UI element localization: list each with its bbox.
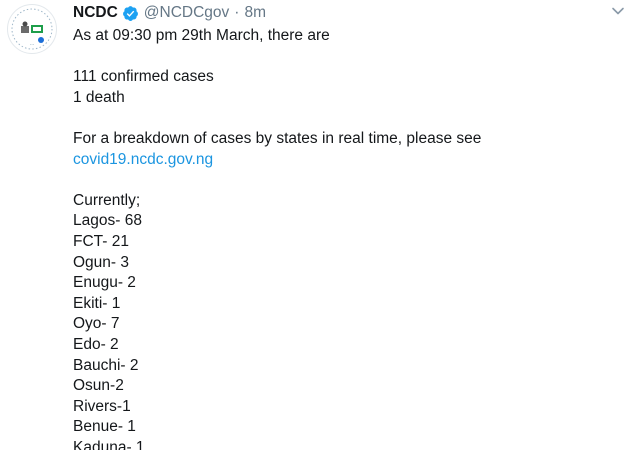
- state-line: Ekiti- 1: [73, 294, 121, 312]
- tweet-timestamp[interactable]: 8m: [244, 4, 266, 22]
- state-line: Lagos- 68: [73, 212, 142, 230]
- currently-label: Currently;: [73, 191, 141, 209]
- state-line: Enugu- 2: [73, 274, 136, 292]
- state-line: Kaduna- 1: [73, 438, 145, 450]
- author-handle[interactable]: @NCDCgov: [144, 4, 230, 22]
- ncdc-logo-icon: ···: [9, 6, 55, 52]
- ncdc-dashboard-link[interactable]: covid19.ncdc.gov.ng: [73, 151, 213, 168]
- state-line: Oyo- 7: [73, 315, 120, 333]
- confirmed-cases-line: 111 confirmed cases: [73, 68, 214, 86]
- state-line: FCT- 21: [73, 232, 129, 250]
- state-line: Ogun- 3: [73, 253, 130, 271]
- tweet[interactable]: ··· NCDC @NCDCgov · 8m As at 09:30 pm 29…: [0, 0, 640, 450]
- tweet-header: NCDC @NCDCgov · 8m: [73, 2, 266, 24]
- author-name[interactable]: NCDC: [73, 4, 118, 22]
- link-line: covid19.ncdc.gov.ng: [73, 150, 613, 171]
- state-line: Bauchi- 2: [73, 356, 139, 374]
- avatar[interactable]: ···: [7, 4, 57, 54]
- state-line: Osun-2: [73, 377, 124, 395]
- tweet-text: As at 09:30 pm 29th March, there are 111…: [73, 26, 613, 450]
- state-line: Edo- 2: [73, 335, 119, 353]
- state-line: Benue- 1: [73, 418, 136, 436]
- chevron-down-icon[interactable]: [610, 3, 626, 19]
- breakdown-line: For a breakdown of cases by states in re…: [73, 129, 482, 147]
- state-line: Rivers-1: [73, 397, 131, 415]
- header-separator: ·: [234, 4, 240, 21]
- intro-line: As at 09:30 pm 29th March, there are: [73, 27, 330, 44]
- deaths-line: 1 death: [73, 88, 125, 106]
- svg-text:···: ···: [30, 42, 34, 47]
- verified-badge-icon: [122, 5, 139, 22]
